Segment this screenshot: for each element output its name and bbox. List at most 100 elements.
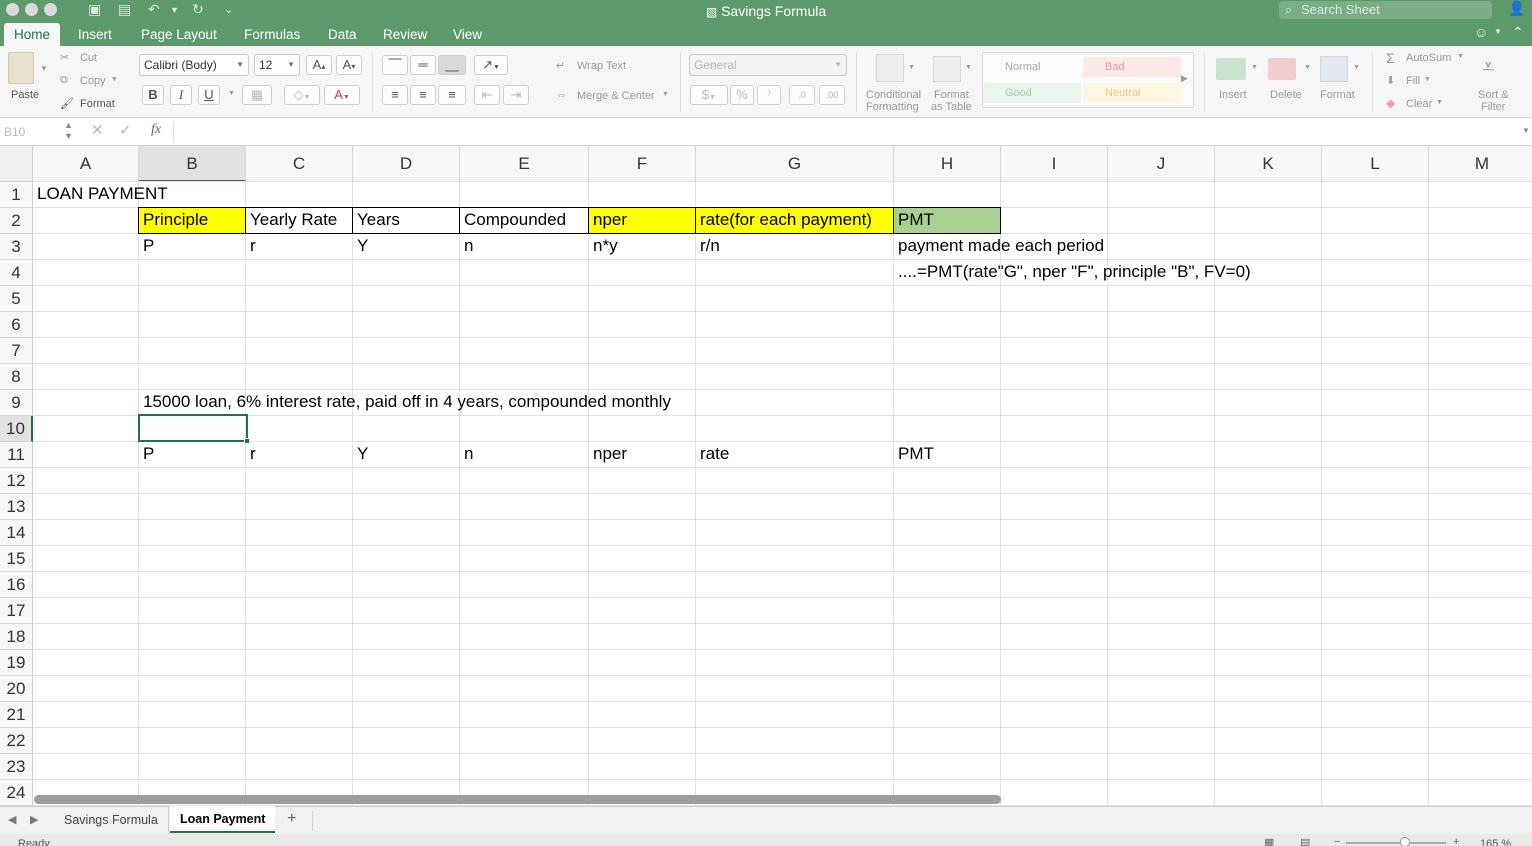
column-header-m[interactable]: M (1429, 146, 1532, 182)
tab-data[interactable]: Data (318, 23, 367, 46)
clear-dropdown-icon[interactable]: ▼ (1436, 99, 1443, 106)
format-as-table-icon[interactable] (933, 56, 961, 82)
column-header-a[interactable]: A (33, 146, 139, 182)
row-header-19[interactable]: 19 (0, 650, 33, 676)
cell-e11[interactable]: n (460, 441, 473, 467)
insert-cells-icon[interactable] (1216, 58, 1246, 80)
decrease-indent-button[interactable]: ⇤ (474, 85, 500, 105)
align-middle-button[interactable]: ═ (410, 55, 436, 75)
cell-b3[interactable]: P (139, 233, 154, 259)
sort-filter-icon[interactable]: ⩡ (1482, 54, 1494, 80)
zoom-in-icon[interactable]: + (1453, 836, 1459, 846)
cut-button[interactable]: Cut (80, 52, 97, 64)
row-header-2[interactable]: 2 (0, 208, 33, 234)
underline-button[interactable]: U (198, 85, 220, 105)
delete-dropdown-icon[interactable]: ▼ (1304, 64, 1311, 71)
cell-d2[interactable]: Years (353, 207, 400, 233)
underline-dropdown-icon[interactable]: ▼ (228, 90, 235, 97)
orientation-button[interactable]: ↗▼ (474, 55, 508, 75)
borders-button[interactable]: ▦ (242, 85, 272, 105)
sheet-tab-loan-payment[interactable]: Loan Payment (170, 806, 276, 833)
share-icon[interactable]: 👤 (1508, 0, 1525, 17)
row-header-20[interactable]: 20 (0, 676, 33, 702)
feedback-smiley-icon[interactable]: ☺ (1474, 24, 1488, 40)
number-format-select[interactable]: General ▼ (689, 54, 847, 76)
row-header-13[interactable]: 13 (0, 494, 33, 520)
cell-c2[interactable]: Yearly Rate (246, 207, 337, 233)
tab-home[interactable]: Home (4, 23, 61, 46)
delete-cells-icon[interactable] (1268, 58, 1296, 80)
cell-f11[interactable]: nper (589, 441, 627, 467)
cell-b9[interactable]: 15000 loan, 6% interest rate, paid off i… (139, 389, 671, 415)
row-header-16[interactable]: 16 (0, 572, 33, 598)
column-header-e[interactable]: E (460, 146, 589, 182)
format-as-table-dropdown-icon[interactable]: ▼ (965, 64, 972, 71)
cell-f2[interactable]: nper (589, 207, 627, 233)
fill-button[interactable]: Fill (1406, 75, 1420, 87)
align-right-button[interactable]: ≡ (438, 85, 466, 105)
zoom-level[interactable]: 165 % (1480, 838, 1511, 846)
align-bottom-button[interactable]: ⎽ (438, 55, 466, 75)
comma-style-button[interactable]: ⁾ (757, 85, 781, 105)
cancel-entry-icon[interactable]: ✕ (91, 121, 104, 139)
confirm-entry-icon[interactable]: ✓ (119, 121, 132, 139)
row-header-3[interactable]: 3 (0, 234, 33, 260)
formula-input[interactable] (180, 120, 1520, 144)
autosum-dropdown-icon[interactable]: ▼ (1457, 53, 1464, 60)
row-header-18[interactable]: 18 (0, 624, 33, 650)
paste-button[interactable]: Paste (11, 89, 39, 101)
align-center-button[interactable]: ≡ (410, 85, 436, 105)
cell-h3[interactable]: payment made each period (894, 233, 1104, 259)
merge-dropdown-icon[interactable]: ▼ (662, 91, 669, 98)
paste-icon[interactable] (8, 52, 34, 84)
row-header-10[interactable]: 10 (0, 416, 33, 442)
sort-filter-label-1[interactable]: Sort & (1478, 89, 1509, 101)
copy-dropdown-icon[interactable]: ▼ (111, 76, 118, 83)
insert-function-icon[interactable]: fx (151, 122, 161, 138)
cell-d3[interactable]: Y (353, 233, 368, 259)
fill-dropdown-icon[interactable]: ▼ (1424, 76, 1431, 83)
feedback-dropdown-icon[interactable]: ▼ (1494, 27, 1502, 36)
column-header-l[interactable]: L (1322, 146, 1429, 182)
row-header-1[interactable]: 1 (0, 182, 33, 208)
insert-dropdown-icon[interactable]: ▼ (1251, 64, 1258, 71)
style-good[interactable]: Good (983, 83, 1081, 103)
font-size-select[interactable]: 12 ▼ (254, 54, 300, 76)
column-header-b[interactable]: B (139, 146, 246, 182)
row-header-22[interactable]: 22 (0, 728, 33, 754)
font-color-button[interactable]: A▼ (324, 85, 360, 105)
format-dropdown-icon[interactable]: ▼ (1353, 64, 1360, 71)
row-header-15[interactable]: 15 (0, 546, 33, 572)
format-as-table-label-1[interactable]: Format (934, 89, 969, 101)
fill-handle[interactable] (244, 438, 250, 444)
page-layout-view-icon[interactable]: ▤ (1300, 836, 1310, 846)
style-bad[interactable]: Bad (1083, 57, 1181, 77)
next-sheet-icon[interactable]: ▶ (30, 813, 38, 826)
cell-d11[interactable]: Y (353, 441, 368, 467)
cell-h4[interactable]: ....=PMT(rate"G", nper "F", principle "B… (894, 259, 1251, 285)
insert-cells-button[interactable]: Insert (1219, 89, 1247, 101)
column-header-k[interactable]: K (1215, 146, 1322, 182)
normal-view-icon[interactable]: ▦ (1264, 836, 1274, 846)
cell-e3[interactable]: n (460, 233, 473, 259)
gallery-next-icon[interactable]: ▶ (1181, 73, 1188, 84)
format-cells-button[interactable]: Format (1320, 89, 1355, 101)
style-normal[interactable]: Normal (983, 57, 1081, 77)
expand-formula-bar-icon[interactable]: ▼ (1522, 126, 1530, 135)
sheet-tab-savings-formula[interactable]: Savings Formula (54, 807, 169, 834)
clear-button[interactable]: Clear (1406, 98, 1432, 110)
zoom-slider[interactable] (1346, 842, 1446, 844)
format-as-table-label-2[interactable]: as Table (931, 101, 972, 113)
conditional-formatting-label-1[interactable]: Conditional (866, 89, 921, 101)
row-header-8[interactable]: 8 (0, 364, 33, 390)
merge-center-button[interactable]: Merge & Center (577, 90, 655, 102)
accounting-format-button[interactable]: $▼ (690, 85, 728, 105)
sort-filter-label-2[interactable]: Filter (1481, 101, 1505, 113)
conditional-formatting-dropdown-icon[interactable]: ▼ (908, 64, 915, 71)
percent-style-button[interactable]: % (730, 85, 754, 105)
increase-decimal-button[interactable]: .0 (789, 85, 815, 105)
column-header-c[interactable]: C (246, 146, 353, 182)
increase-indent-button[interactable]: ⇥ (503, 85, 529, 105)
zoom-slider-thumb[interactable] (1400, 837, 1410, 846)
cell-b11[interactable]: P (139, 441, 154, 467)
